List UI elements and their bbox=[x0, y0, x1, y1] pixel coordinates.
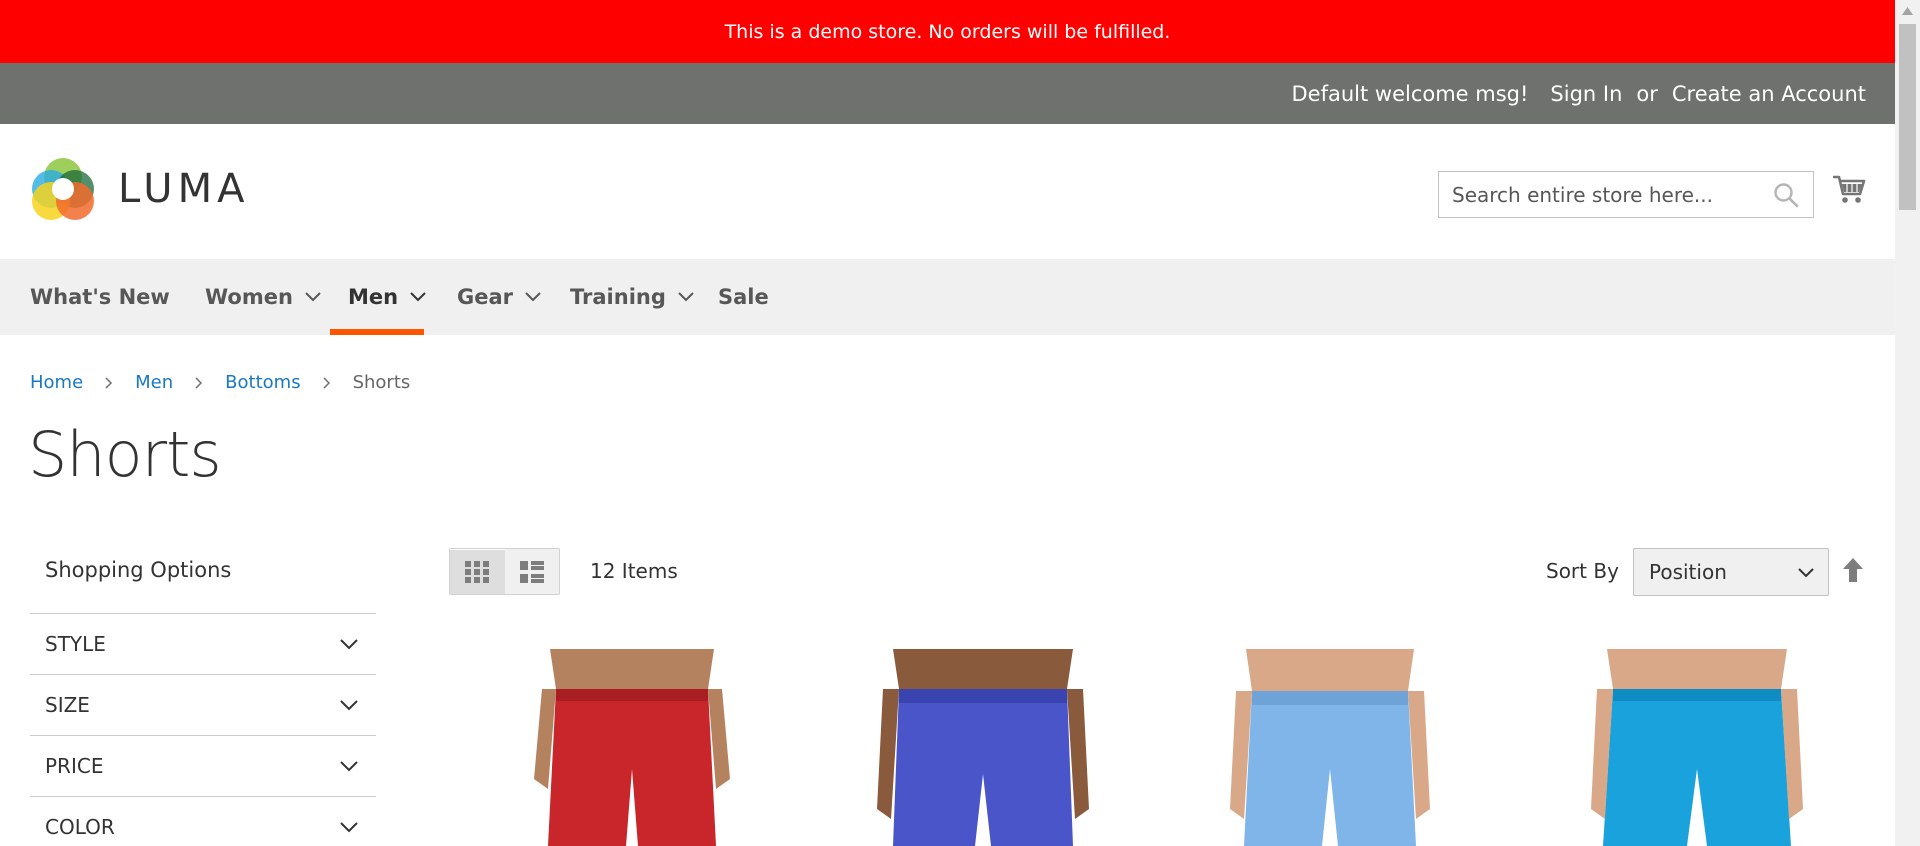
luma-logo-icon bbox=[32, 158, 94, 220]
chevron-right-icon bbox=[105, 376, 113, 389]
shopping-options-title: Shopping Options bbox=[30, 540, 376, 614]
grid-view-button[interactable] bbox=[450, 549, 505, 594]
create-account-link[interactable]: Create an Account bbox=[1672, 82, 1866, 106]
product-photo-red-shorts bbox=[512, 649, 752, 846]
sort-direction-arrow-icon[interactable] bbox=[1842, 557, 1864, 583]
chevron-down-icon bbox=[1798, 568, 1814, 578]
product-image[interactable] bbox=[512, 649, 752, 846]
nav-item-label: Training bbox=[570, 285, 666, 309]
sidebar-filters: Shopping Options STYLE SIZE PRICE COLOR bbox=[30, 540, 376, 846]
chevron-down-icon bbox=[340, 638, 358, 649]
sign-in-link[interactable]: Sign In bbox=[1550, 82, 1622, 106]
nav-item-men[interactable]: Men bbox=[348, 259, 426, 335]
search-icon[interactable] bbox=[1773, 182, 1799, 208]
nav-item-label: Gear bbox=[457, 285, 514, 309]
logo-text: LUMA bbox=[118, 166, 250, 212]
demo-notice: This is a demo store. No orders will be … bbox=[0, 0, 1895, 63]
or-separator: or bbox=[1636, 81, 1658, 106]
store-logo[interactable]: LUMA bbox=[30, 156, 249, 222]
filter-style[interactable]: STYLE bbox=[30, 614, 376, 675]
header-panel: Default welcome msg! Sign In or Create a… bbox=[0, 63, 1895, 124]
product-photo-cyan-shorts bbox=[1577, 649, 1817, 846]
chevron-down-icon bbox=[410, 292, 426, 302]
chevron-right-icon bbox=[195, 376, 203, 389]
chevron-down-icon bbox=[305, 292, 321, 302]
nav-item-whats-new[interactable]: What's New bbox=[30, 259, 170, 335]
nav-item-label: Sale bbox=[718, 285, 769, 309]
nav-item-sale[interactable]: Sale bbox=[718, 259, 769, 335]
main-navigation: What's New Women Men Gear Training Sale bbox=[0, 259, 1895, 335]
chevron-down-icon bbox=[525, 292, 541, 302]
nav-item-women[interactable]: Women bbox=[205, 259, 321, 335]
filter-label: SIZE bbox=[45, 693, 90, 717]
sort-by-label: Sort By bbox=[1546, 559, 1619, 583]
scrollbar-thumb[interactable] bbox=[1899, 24, 1916, 210]
active-nav-indicator bbox=[330, 329, 424, 335]
shopping-cart-icon[interactable] bbox=[1832, 172, 1866, 206]
filter-label: COLOR bbox=[45, 815, 115, 839]
scroll-up-arrow-icon[interactable] bbox=[1901, 6, 1914, 16]
product-photo-blue-shorts bbox=[863, 649, 1103, 846]
product-image[interactable] bbox=[1577, 649, 1817, 846]
sort-by-value: Position bbox=[1649, 560, 1727, 584]
product-image[interactable] bbox=[1210, 649, 1450, 846]
chevron-down-icon bbox=[340, 821, 358, 832]
breadcrumb-men[interactable]: Men bbox=[135, 372, 173, 393]
list-icon bbox=[519, 560, 544, 583]
product-photo-light-blue-shorts bbox=[1210, 649, 1450, 846]
chevron-right-icon bbox=[323, 376, 330, 389]
welcome-message: Default welcome msg! bbox=[1291, 81, 1529, 106]
product-image[interactable] bbox=[863, 649, 1103, 846]
breadcrumb-home[interactable]: Home bbox=[30, 372, 83, 393]
chevron-down-icon bbox=[340, 699, 358, 710]
filter-price[interactable]: PRICE bbox=[30, 736, 376, 797]
grid-icon bbox=[465, 560, 490, 583]
nav-item-label: What's New bbox=[30, 285, 170, 309]
search-box bbox=[1438, 171, 1814, 218]
items-count: 12 Items bbox=[590, 559, 678, 583]
filter-label: PRICE bbox=[45, 754, 104, 778]
breadcrumb-bottoms[interactable]: Bottoms bbox=[225, 372, 300, 393]
sort-by-select[interactable]: Position bbox=[1633, 548, 1829, 596]
page-title: Shorts bbox=[28, 418, 222, 491]
demo-notice-text: This is a demo store. No orders will be … bbox=[724, 20, 1171, 43]
chevron-down-icon bbox=[340, 760, 358, 771]
breadcrumb-current: Shorts bbox=[352, 372, 411, 393]
filter-size[interactable]: SIZE bbox=[30, 675, 376, 736]
nav-item-label: Men bbox=[348, 285, 399, 309]
header-links: Default welcome msg! Sign In or Create a… bbox=[1291, 63, 1866, 124]
filter-color[interactable]: COLOR bbox=[30, 797, 376, 846]
chevron-down-icon bbox=[678, 292, 694, 302]
view-mode-switcher bbox=[449, 548, 560, 595]
list-view-button[interactable] bbox=[505, 549, 560, 594]
breadcrumb: Home Men Bottoms Shorts bbox=[30, 372, 410, 393]
nav-item-gear[interactable]: Gear bbox=[457, 259, 541, 335]
search-input[interactable] bbox=[1439, 172, 1759, 217]
filter-label: STYLE bbox=[45, 632, 106, 656]
nav-item-training[interactable]: Training bbox=[570, 259, 694, 335]
vertical-scrollbar[interactable] bbox=[1895, 0, 1920, 846]
nav-item-label: Women bbox=[205, 285, 293, 309]
page: This is a demo store. No orders will be … bbox=[0, 0, 1895, 846]
